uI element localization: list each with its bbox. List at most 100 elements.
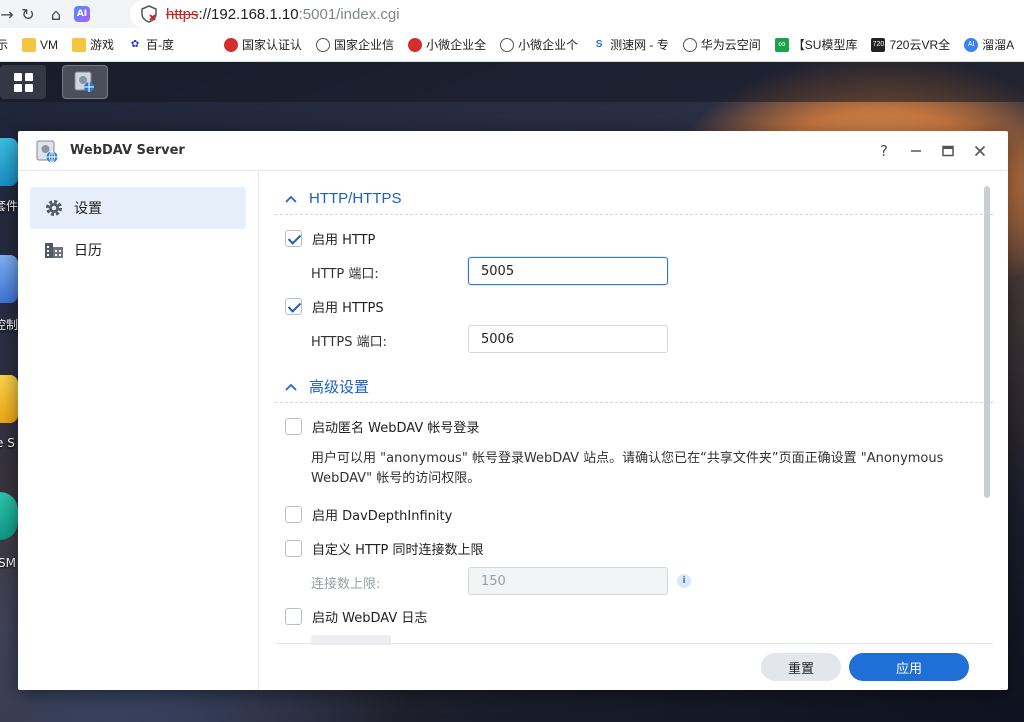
chevron-up-icon xyxy=(285,192,297,206)
package-center-icon[interactable] xyxy=(0,138,18,186)
anonymous-login-checkbox-row[interactable]: 启动匿名 WebDAV 帐号登录 xyxy=(285,417,479,436)
anonymous-description: 用户可以用 "anonymous" 帐号登录WebDAV 站点。请确认您已在“共… xyxy=(311,451,944,486)
content-scrollbar[interactable] xyxy=(984,186,990,498)
desktop-label: 套件 xyxy=(0,199,19,213)
enable-http-checkbox[interactable] xyxy=(285,230,302,247)
bookmarks-bar: 示 VM 游戏 ✿百-度 国家认证认 国家企业信 小微企业全 小微企业个 S测速… xyxy=(0,28,1024,62)
settings-content: HTTP/HTTPS 启用 HTTP HTTP 端口: 启用 HTTPS HTT… xyxy=(275,171,1008,645)
su-icon: ∞ xyxy=(774,37,789,52)
anonymous-login-checkbox[interactable] xyxy=(285,418,302,435)
checkbox-label: 启用 HTTPS xyxy=(312,301,384,316)
connection-limit-input[interactable] xyxy=(468,567,668,595)
gear-icon xyxy=(44,198,64,218)
section-title: HTTP/HTTPS xyxy=(309,190,402,207)
emblem-icon xyxy=(224,37,239,52)
globe-icon xyxy=(500,37,515,52)
not-secure-icon[interactable] xyxy=(140,5,158,23)
sidebar-item-label: 设置 xyxy=(74,201,102,217)
window-titlebar[interactable]: WebDAV Server ? xyxy=(18,131,1008,171)
enable-https-checkbox-row[interactable]: 启用 HTTPS xyxy=(285,297,384,316)
bookmark-item[interactable]: 720 720云VR全 xyxy=(871,36,950,53)
bookmark-item[interactable]: 国家企业信 xyxy=(316,36,394,53)
webdav-server-window: WebDAV Server ? 设置 日历 HTTP/HTTPS 启用 HTTP… xyxy=(18,131,1008,690)
http-port-input[interactable] xyxy=(468,257,668,285)
https-port-input[interactable] xyxy=(468,325,668,353)
desktop-label: 控制 xyxy=(0,318,19,332)
calendar-icon xyxy=(44,240,64,260)
webdav-app-icon xyxy=(74,71,94,92)
taskbar-webdav-button[interactable] xyxy=(62,65,108,99)
ai-extension-icon[interactable]: AI xyxy=(74,6,90,22)
home-icon[interactable]: ⌂ xyxy=(42,0,70,28)
minimize-icon xyxy=(911,150,921,152)
checkbox-label: 启动匿名 WebDAV 帐号登录 xyxy=(312,421,480,436)
bookmark-item[interactable]: 国家认证认 xyxy=(224,36,302,53)
control-panel-icon[interactable] xyxy=(0,255,18,303)
apply-button[interactable]: 应用 xyxy=(849,653,969,681)
footer-divider xyxy=(275,643,993,644)
checkbox-label: 启用 DavDepthInfinity xyxy=(312,509,453,524)
reload-icon[interactable]: ↻ xyxy=(14,0,42,28)
main-menu-button[interactable] xyxy=(0,65,46,99)
checkbox-label: 自定义 HTTP 同时连接数上限 xyxy=(312,543,484,558)
bookmark-item[interactable]: 华为云空间 xyxy=(682,36,761,53)
browser-toolbar: → ↻ ⌂ AI https://192.168.1.10:5001/index… xyxy=(0,0,1024,28)
webdav-log-checkbox[interactable] xyxy=(285,608,302,625)
custom-connection-limit-checkbox-row[interactable]: 自定义 HTTP 同时连接数上限 xyxy=(285,539,484,558)
enable-https-checkbox[interactable] xyxy=(285,298,302,315)
folder-icon xyxy=(72,37,87,52)
bookmark-games[interactable]: 游戏 xyxy=(72,36,114,53)
speedtest-icon: S xyxy=(595,39,603,50)
url-host: ://192.168.1.10 xyxy=(198,5,299,23)
bookmark-item[interactable]: 小微企业个 xyxy=(500,36,578,53)
http-port-label: HTTP 端口: xyxy=(311,267,379,282)
sidebar: 设置 日历 xyxy=(18,171,259,690)
desktop-label: e S xyxy=(0,436,15,450)
ai-icon: AI xyxy=(964,37,979,52)
depth-infinity-checkbox[interactable] xyxy=(285,506,302,523)
taskbar xyxy=(0,62,1024,102)
folder-icon xyxy=(22,37,37,52)
globe-icon xyxy=(316,37,331,52)
bookmark-item[interactable]: ∞ 【SU模型库 xyxy=(774,36,857,53)
emblem-icon xyxy=(408,37,423,52)
connection-limit-label: 连接数上限: xyxy=(311,577,381,592)
file-station-icon[interactable] xyxy=(0,375,18,423)
url-path: :5001/index.cgi xyxy=(298,5,400,23)
checkbox-label: 启用 HTTP xyxy=(312,233,376,248)
depth-infinity-checkbox-row[interactable]: 启用 DavDepthInfinity xyxy=(285,505,452,524)
minimize-button[interactable] xyxy=(904,139,928,163)
https-port-label: HTTPS 端口: xyxy=(311,335,388,350)
close-icon xyxy=(974,145,986,157)
address-bar[interactable]: https://192.168.1.10:5001/index.cgi xyxy=(130,0,1024,28)
section-http-https[interactable]: HTTP/HTTPS xyxy=(275,183,993,215)
bookmark-item[interactable]: S 测速网 - 专 xyxy=(592,36,669,53)
baidu-icon: ✿ xyxy=(130,39,140,50)
maximize-button[interactable] xyxy=(936,139,960,163)
window-title: WebDAV Server xyxy=(70,143,185,158)
section-title: 高级设置 xyxy=(309,379,370,396)
close-button[interactable] xyxy=(968,139,992,163)
info-icon[interactable]: i xyxy=(677,574,691,588)
checkbox-label: 启动 WebDAV 日志 xyxy=(312,611,428,626)
reset-button[interactable]: 重置 xyxy=(761,653,841,681)
forward-icon[interactable]: → xyxy=(0,0,14,28)
bookmark-baidu[interactable]: ✿ 百-度 xyxy=(128,36,174,53)
desktop-label: SM xyxy=(0,556,16,570)
sidebar-item-settings[interactable]: 设置 xyxy=(30,187,246,229)
sidebar-item-calendar[interactable]: 日历 xyxy=(30,229,246,271)
webdav-log-checkbox-row[interactable]: 启动 WebDAV 日志 xyxy=(285,607,427,626)
url-scheme: https xyxy=(166,5,199,23)
bookmark-item[interactable]: 示 xyxy=(0,36,8,53)
chevron-up-icon xyxy=(285,380,297,394)
sidebar-item-label: 日历 xyxy=(74,243,102,259)
help-button[interactable]: ? xyxy=(872,139,896,163)
custom-connection-limit-checkbox[interactable] xyxy=(285,540,302,557)
section-advanced[interactable]: 高级设置 xyxy=(275,371,993,403)
globe-icon xyxy=(682,37,697,52)
enable-http-checkbox-row[interactable]: 启用 HTTP xyxy=(285,229,375,248)
bookmark-item[interactable]: 小微企业全 xyxy=(408,36,486,53)
webdav-app-icon xyxy=(36,140,58,163)
bookmark-vm[interactable]: VM xyxy=(22,37,58,52)
bookmark-item[interactable]: AI 溜溜A xyxy=(964,36,1014,53)
